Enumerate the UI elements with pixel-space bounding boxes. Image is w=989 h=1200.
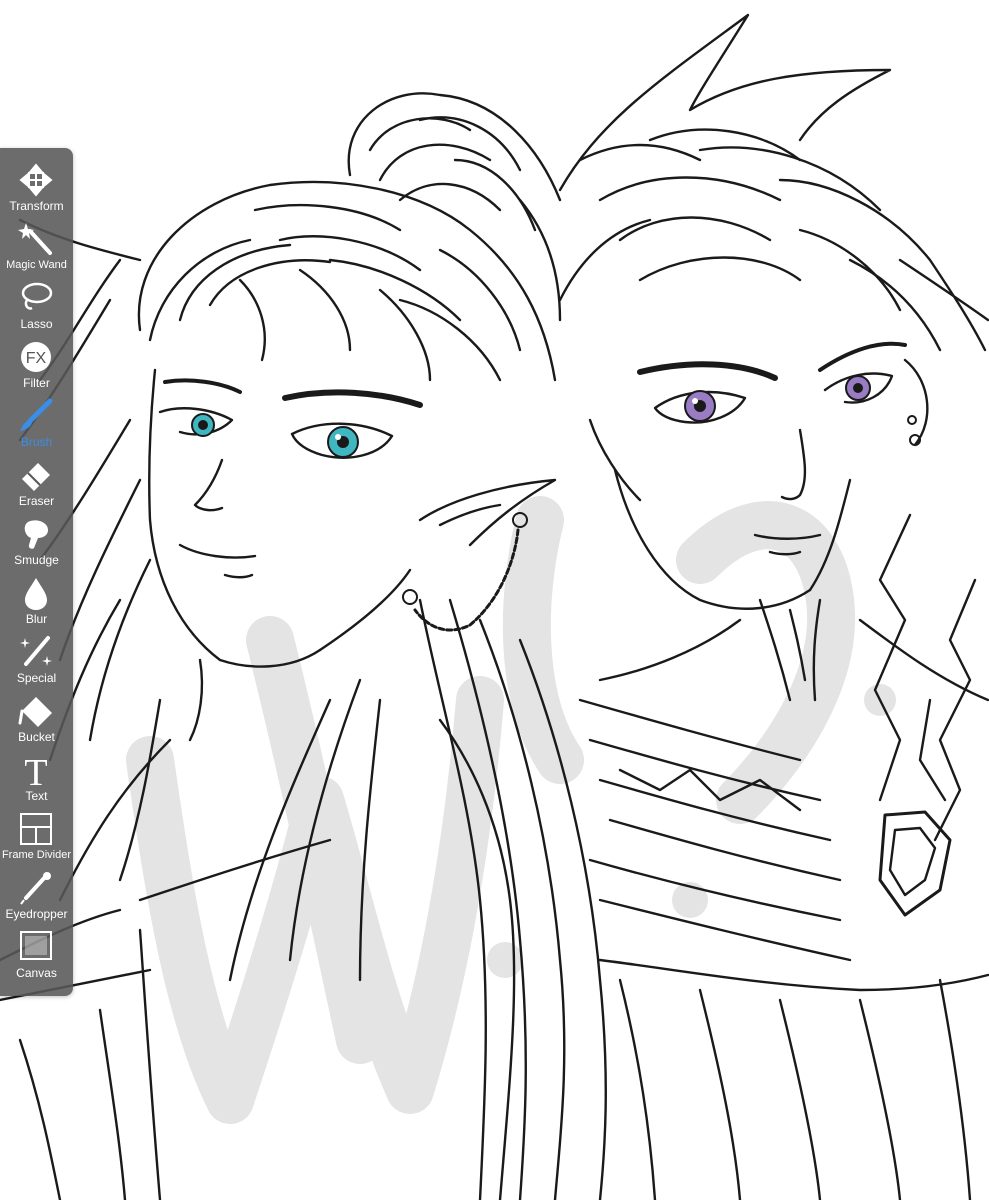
tool-label: Special [16, 671, 57, 685]
eyedropper-icon [16, 870, 56, 906]
transform-icon [16, 162, 56, 198]
tool-canvas[interactable]: Canvas [0, 925, 73, 984]
tool-label: Eraser [18, 494, 55, 508]
tool-bucket[interactable]: Bucket [0, 689, 73, 748]
tool-label: Magic Wand [6, 259, 67, 271]
svg-text:T: T [24, 752, 47, 788]
smudge-icon [16, 516, 56, 552]
text-icon: T [16, 752, 56, 788]
tool-label: Frame Divider [1, 849, 72, 861]
tool-palette: Transform Magic Wand Lasso FX Filter Bru… [0, 148, 73, 996]
tool-label: Filter [23, 376, 50, 390]
tool-brush[interactable]: Brush [0, 394, 73, 453]
tool-transform[interactable]: Transform [0, 158, 73, 217]
frame-divider-icon [16, 811, 56, 847]
tool-lasso[interactable]: Lasso [0, 276, 73, 335]
blur-drop-icon [16, 575, 56, 611]
canvas-icon [16, 929, 56, 965]
tool-label: Blur [25, 612, 48, 626]
tool-blur[interactable]: Blur [0, 571, 73, 630]
special-icon [16, 634, 56, 670]
tool-frame-divider[interactable]: Frame Divider [0, 807, 73, 866]
tool-label: Lasso [20, 317, 53, 331]
tool-eraser[interactable]: Eraser [0, 453, 73, 512]
magic-wand-icon [16, 221, 56, 257]
tool-filter[interactable]: FX Filter [0, 335, 73, 394]
tool-label: Canvas [16, 966, 57, 980]
svg-text:FX: FX [26, 350, 47, 367]
tool-label: Transform [9, 199, 64, 213]
fx-filter-icon: FX [16, 339, 56, 375]
bucket-icon [16, 693, 56, 729]
tool-magic-wand[interactable]: Magic Wand [0, 217, 73, 276]
eraser-icon [16, 457, 56, 493]
tool-text[interactable]: T Text [0, 748, 73, 807]
lasso-icon [16, 280, 56, 316]
tool-smudge[interactable]: Smudge [0, 512, 73, 571]
tool-label: Eyedropper [5, 907, 68, 921]
tool-label: Text [25, 789, 48, 803]
drawing-canvas[interactable] [0, 0, 989, 1200]
tool-label: Smudge [14, 553, 59, 567]
tool-special[interactable]: Special [0, 630, 73, 689]
tool-eyedropper[interactable]: Eyedropper [0, 866, 73, 925]
tool-label: Brush [20, 435, 53, 449]
tool-label: Bucket [18, 730, 55, 744]
brush-icon [16, 398, 56, 434]
